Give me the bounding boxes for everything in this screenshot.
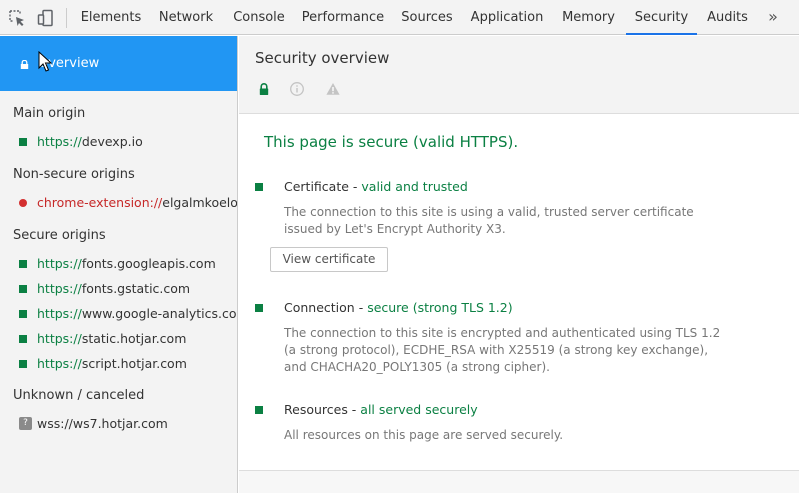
inspect-element-icon[interactable] [8,9,26,27]
secure-status-icon [255,183,263,191]
secure-status-icon [19,259,27,268]
security-overview-panel: Security overview This page is secure (v… [239,36,799,493]
tab-application[interactable]: Application [463,0,551,35]
section-label: Certificate - [284,179,362,194]
section-label: Connection - [284,300,368,315]
page-title: Security overview [255,49,390,67]
lock-icon [259,83,269,95]
tab-elements[interactable]: Elements [75,0,147,35]
group-title-secure-origins: Secure origins [13,228,106,243]
unknown-status-icon: ? [19,417,32,430]
origin-scheme: https:// [37,134,82,149]
secure-status-icon [19,359,27,368]
tab-console[interactable]: Console [225,0,293,35]
origin-host: elgalmkoelokbchhkhacckoklkejnhcd [162,195,238,210]
section-heading: Certificate - valid and trusted [284,179,468,194]
origin-item[interactable]: ? wss://ws7.hotjar.com [19,416,168,434]
device-toolbar-icon[interactable] [37,9,55,27]
tab-sources[interactable]: Sources [394,0,460,35]
tab-audits[interactable]: Audits [700,0,755,35]
origin-scheme: chrome-extension:// [37,195,163,210]
tab-network[interactable]: Network [150,0,222,35]
origin-item[interactable]: https://static.hotjar.com [19,331,186,349]
origin-item[interactable]: https://fonts.googleapis.com [19,256,216,274]
tab-memory[interactable]: Memory [555,0,622,35]
devtools-toolbar: Elements Network Console Performance Sou… [0,0,799,35]
section-status: valid and trusted [361,179,468,194]
origin-host: fonts.googleapis.com [81,256,216,271]
secure-status-icon [19,309,27,318]
origin-scheme: https:// [37,306,82,321]
origin-scheme: https:// [37,331,82,346]
warning-icon [326,83,340,95]
more-tabs-icon[interactable]: » [764,8,782,26]
security-summary: This page is secure (valid HTTPS). [264,133,519,151]
origin-host: www.google-analytics.com [81,306,238,321]
panel-footer [239,471,799,493]
origin-host: static.hotjar.com [81,331,187,346]
section-status: secure (strong TLS 1.2) [367,300,513,315]
lock-icon [20,60,29,69]
origin-host: script.hotjar.com [81,356,187,371]
section-label: Resources - [284,402,361,417]
toolbar-separator [66,8,67,28]
section-description: The connection to this site is encrypted… [284,326,721,374]
security-sidebar: Overview Main origin https://devexp.io N… [0,36,238,493]
origin-item[interactable]: https://fonts.gstatic.com [19,281,190,299]
origin-item[interactable]: https://script.hotjar.com [19,356,187,374]
origin-item[interactable]: https://devexp.io [19,134,143,152]
secure-status-icon [19,334,27,343]
origin-scheme: https:// [37,256,82,271]
secure-status-icon [255,406,263,414]
group-title-main-origin: Main origin [13,106,86,121]
origin-host: wss://ws7.hotjar.com [37,416,168,431]
section-description: All resources on this page are served se… [284,428,564,442]
tab-security[interactable]: Security [626,0,697,35]
view-certificate-button[interactable]: View certificate [270,247,388,272]
origin-item[interactable]: https://www.google-analytics.com [19,306,238,324]
tab-performance[interactable]: Performance [296,0,390,35]
group-title-unknown-canceled: Unknown / canceled [13,388,145,403]
overview-header: Security overview [239,36,799,114]
section-status: all served securely [360,402,478,417]
info-icon [290,82,304,96]
insecure-status-icon [19,198,27,207]
secure-status-icon [19,137,27,146]
section-description: The connection to this site is using a v… [284,205,694,236]
secure-status-icon [255,304,263,312]
group-title-non-secure-origins: Non-secure origins [13,167,135,182]
mouse-cursor-icon [38,51,52,72]
origin-item[interactable]: chrome-extension://elgalmkoelokbchhkhacc… [19,195,238,213]
sidebar-item-overview[interactable]: Overview [0,36,237,91]
secure-status-icon [19,284,27,293]
origin-host: fonts.gstatic.com [81,281,191,296]
section-heading: Resources - all served securely [284,402,478,417]
origin-scheme: https:// [37,281,82,296]
origin-scheme: https:// [37,356,82,371]
origin-host: devexp.io [81,134,143,149]
section-heading: Connection - secure (strong TLS 1.2) [284,300,513,315]
